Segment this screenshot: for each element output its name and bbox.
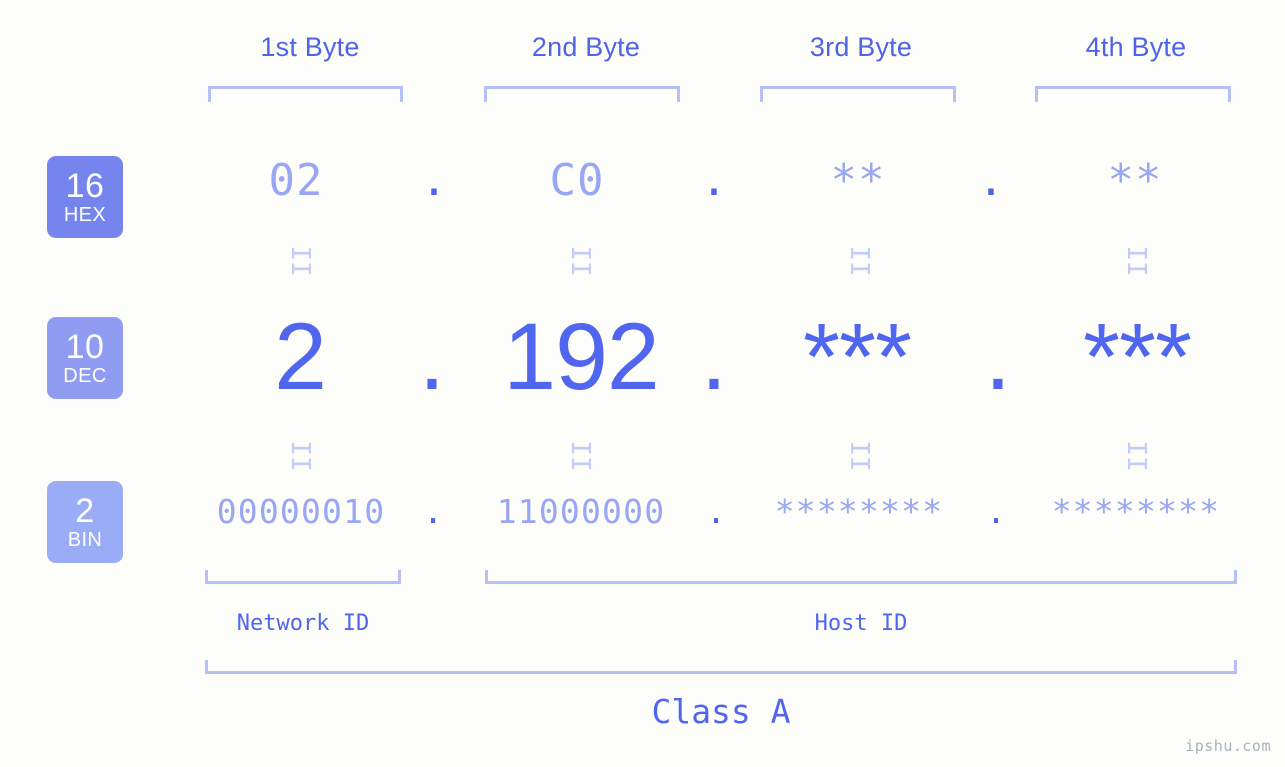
byte-header-1: 1st Byte [260,32,360,62]
base-badge-dec-number: 10 [65,327,105,366]
bin-byte-4: ******** [1051,492,1221,531]
base-badge-bin-number: 2 [75,491,95,530]
equals-connector-dec-bin-3: II [844,440,874,472]
bin-separator-3: . [986,492,1006,531]
equals-connector-dec-bin-4: II [1121,440,1151,472]
hex-separator-2: . [700,155,728,206]
byte-bracket-2 [484,86,680,102]
class-bracket [205,660,1237,674]
base-badge-dec-name: DEC [63,364,107,387]
hex-separator-3: . [977,155,1005,206]
equals-connector-dec-bin-1: II [285,440,315,472]
network-id-label: Network ID [236,611,370,636]
bin-byte-2: 11000000 [496,492,666,531]
dec-separator-3: . [984,304,1012,410]
byte-bracket-3 [760,86,956,102]
bin-byte-1: 00000010 [216,492,386,531]
host-id-bracket [485,570,1237,584]
dec-separator-2: . [700,304,728,410]
byte-header-2: 2nd Byte [531,32,641,62]
site-watermark: ipshu.com [1185,737,1271,755]
class-label: Class A [651,692,791,731]
base-badge-hex: 16 HEX [47,156,123,238]
base-badge-hex-name: HEX [63,203,107,226]
byte-header-3: 3rd Byte [809,32,913,62]
bin-byte-3: ******** [774,492,944,531]
base-badge-bin-name: BIN [67,528,103,551]
network-id-bracket [205,570,401,584]
hex-separator-1: . [420,155,448,206]
base-badge-hex-number: 16 [65,166,105,205]
host-id-label: Host ID [814,611,908,636]
byte-header-4: 4th Byte [1085,32,1187,62]
base-badge-bin: 2 BIN [47,481,123,563]
bin-separator-2: . [706,492,726,531]
byte-bracket-1 [208,86,403,102]
byte-bracket-4 [1035,86,1231,102]
diagram-canvas: 1st Byte 2nd Byte 3rd Byte 4th Byte 16 H… [0,0,1285,767]
dec-separator-1: . [418,304,446,410]
equals-connector-dec-bin-2: II [565,440,595,472]
bin-separator-1: . [423,492,443,531]
base-badge-dec: 10 DEC [47,317,123,399]
